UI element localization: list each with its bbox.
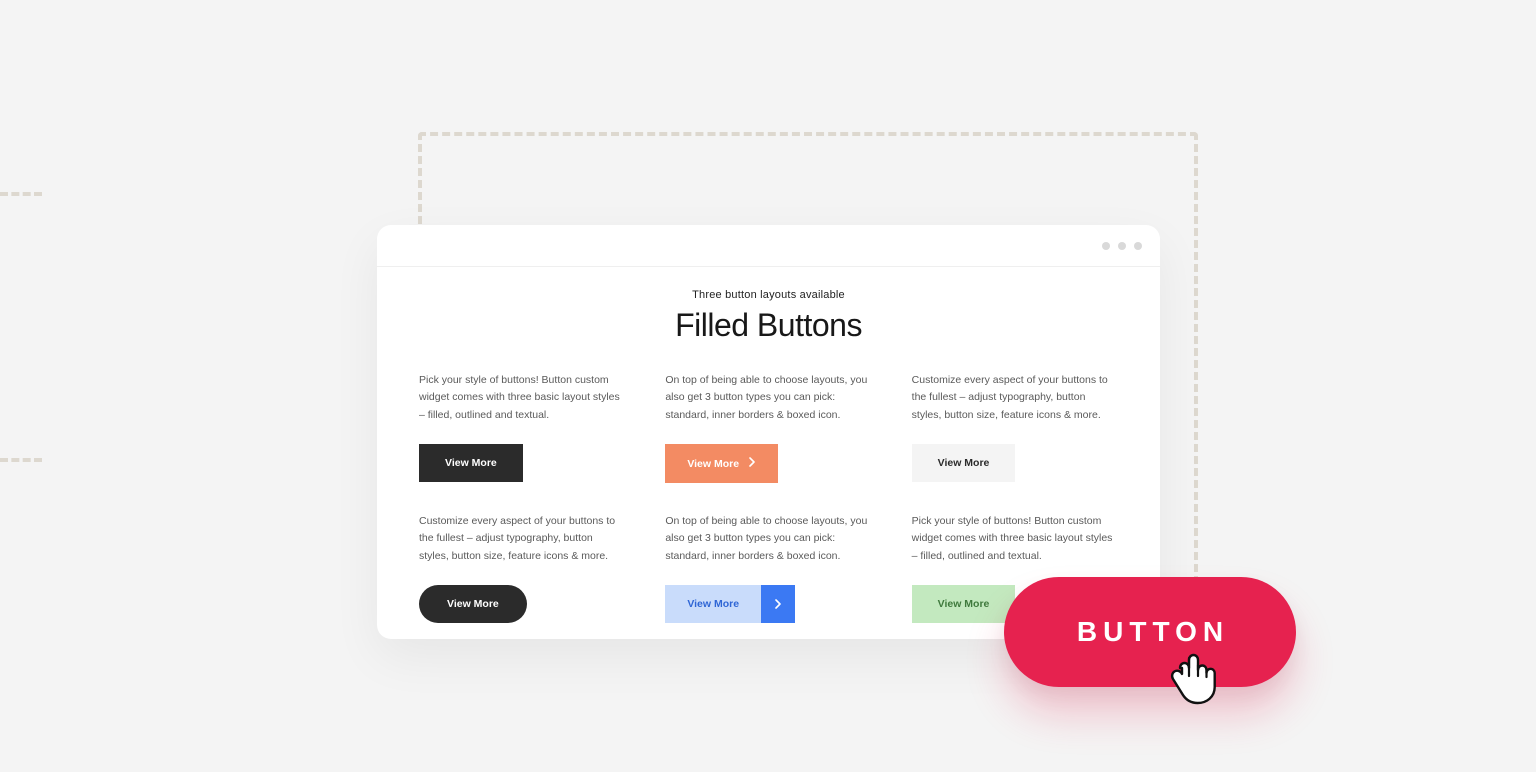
button-label: View More (687, 458, 739, 470)
window-control-dot[interactable] (1134, 242, 1142, 250)
button-label: View More (665, 585, 761, 623)
view-more-button-mint[interactable]: View More (912, 585, 1016, 623)
view-more-button-dark[interactable]: View More (419, 444, 523, 482)
window-titlebar (377, 225, 1160, 267)
cards-grid: Pick your style of buttons! Button custo… (419, 372, 1118, 623)
decoration-dashes (0, 458, 42, 462)
card-description: Pick your style of buttons! Button custo… (419, 372, 625, 424)
view-more-button-pill[interactable]: View More (419, 585, 527, 623)
card-description: On top of being able to choose layouts, … (665, 372, 871, 424)
card-description: Customize every aspect of your buttons t… (912, 372, 1118, 424)
view-more-button-orange[interactable]: View More (665, 444, 778, 483)
button-label: View More (445, 457, 497, 469)
card: On top of being able to choose layouts, … (665, 513, 871, 623)
view-more-button-light[interactable]: View More (912, 444, 1016, 482)
button-label: View More (938, 457, 990, 469)
chevron-right-icon (749, 457, 756, 470)
browser-window: Three button layouts available Filled Bu… (377, 225, 1160, 639)
decoration-dashes (0, 192, 42, 196)
card: Customize every aspect of your buttons t… (912, 372, 1118, 483)
page-subtitle: Three button layouts available (419, 289, 1118, 301)
window-control-dot[interactable] (1102, 242, 1110, 250)
card-description: Pick your style of buttons! Button custo… (912, 513, 1118, 565)
button-label: View More (447, 598, 499, 610)
chevron-right-icon (761, 585, 795, 623)
cta-button[interactable]: BUTTON (1004, 577, 1296, 687)
card-description: On top of being able to choose layouts, … (665, 513, 871, 565)
card: Customize every aspect of your buttons t… (419, 513, 625, 623)
card-description: Customize every aspect of your buttons t… (419, 513, 625, 565)
card: Pick your style of buttons! Button custo… (419, 372, 625, 483)
view-more-button-split[interactable]: View More (665, 585, 795, 623)
button-label: View More (938, 598, 990, 610)
card: On top of being able to choose layouts, … (665, 372, 871, 483)
page-title: Filled Buttons (419, 307, 1118, 344)
window-control-dot[interactable] (1118, 242, 1126, 250)
cta-label: BUTTON (1077, 616, 1229, 648)
